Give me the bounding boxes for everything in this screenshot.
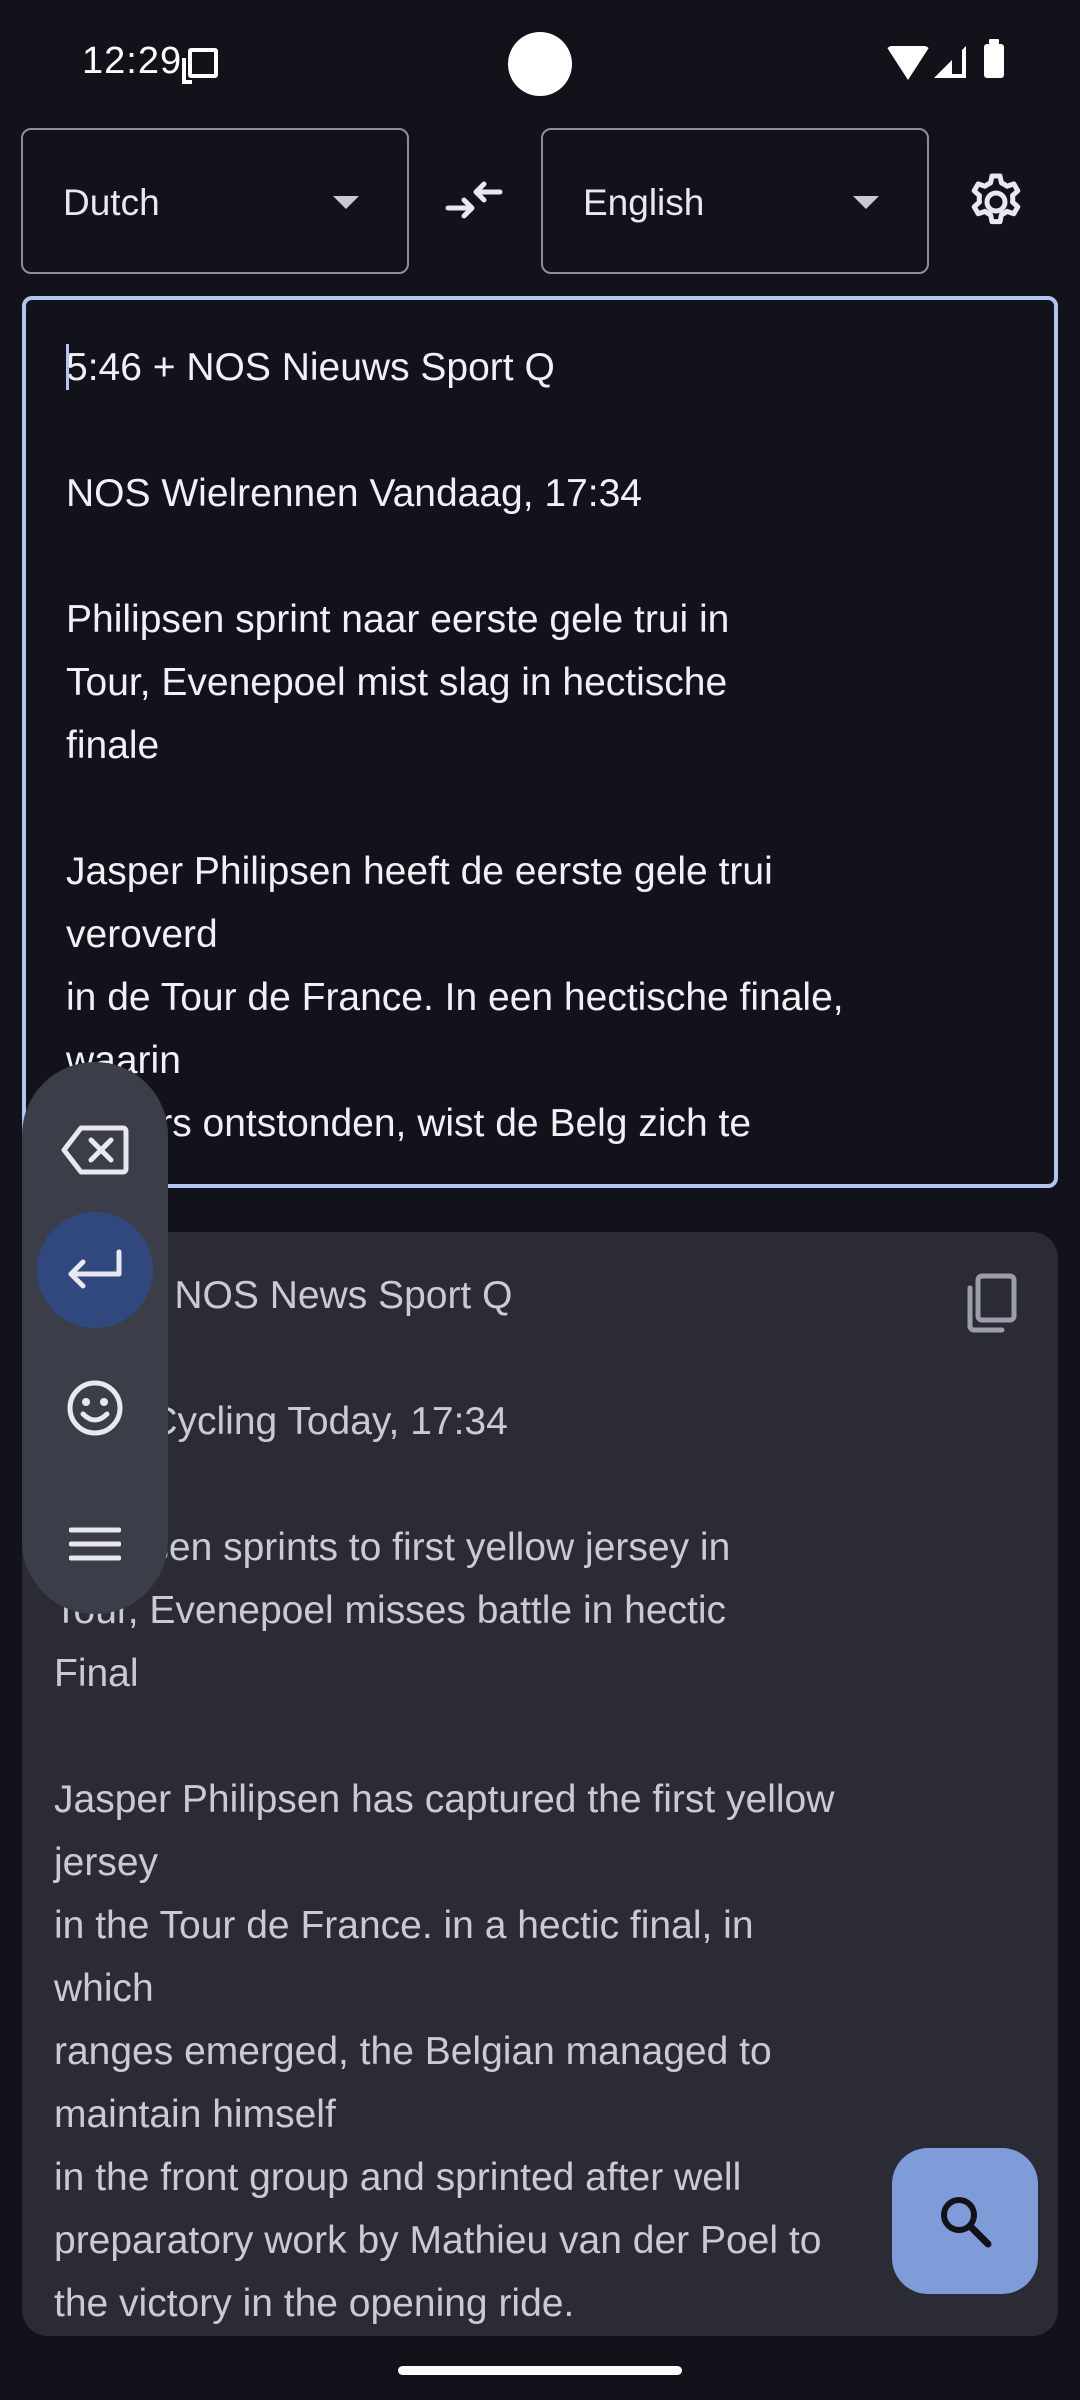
translated-text: 5:46 + NOS News Sport Q NOS Cycling Toda… [54, 1274, 835, 2325]
swap-languages-button[interactable] [442, 168, 506, 232]
floating-keyboard-toolbar [22, 1062, 168, 1614]
source-text[interactable]: 5:46 + NOS Nieuws Sport Q NOS Wielrennen… [66, 336, 1026, 1155]
search-button[interactable] [892, 2148, 1038, 2294]
copy-button[interactable] [962, 1272, 1020, 1334]
search-icon [941, 2197, 992, 2248]
text-cursor [66, 344, 69, 390]
source-text-input[interactable]: 5:46 + NOS Nieuws Sport Q NOS Wielrennen… [22, 296, 1058, 1188]
status-bar: 12:29 [0, 0, 1080, 126]
menu-icon [69, 1527, 121, 1561]
target-language-dropdown[interactable]: English [541, 128, 929, 274]
gear-icon [971, 173, 1021, 225]
settings-button[interactable] [964, 170, 1028, 234]
chevron-down-icon [853, 196, 879, 209]
copy-icon [967, 1273, 1017, 1333]
emoji-icon [67, 1380, 123, 1436]
signal-icon [934, 46, 966, 78]
emoji-button[interactable] [37, 1350, 153, 1466]
source-language-label: Dutch [63, 182, 160, 223]
gesture-nav-handle[interactable] [398, 2366, 682, 2375]
sim-card-icon [182, 48, 218, 84]
menu-button[interactable] [37, 1486, 153, 1602]
swap-arrows-icon [445, 181, 503, 219]
enter-icon [68, 1249, 122, 1289]
enter-button[interactable] [37, 1212, 153, 1328]
chevron-down-icon [333, 196, 359, 209]
battery-icon [984, 39, 1004, 78]
backspace-button[interactable] [37, 1092, 153, 1208]
backspace-icon [61, 1125, 129, 1175]
source-language-dropdown[interactable]: Dutch [21, 128, 409, 274]
target-language-label: English [583, 182, 705, 223]
status-time: 12:29 [82, 40, 183, 82]
wifi-icon [886, 46, 930, 80]
front-camera [508, 32, 572, 96]
